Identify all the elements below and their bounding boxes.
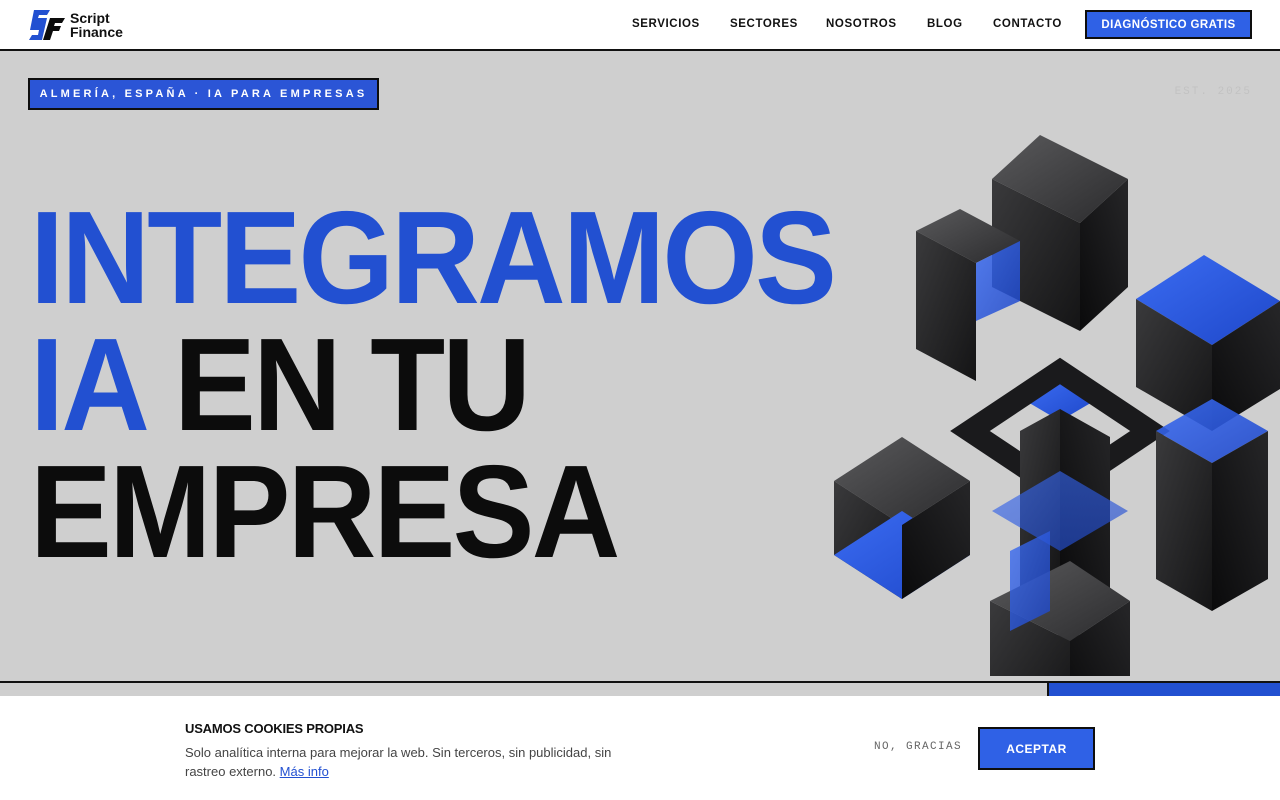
nav-sectores[interactable]: SECTORES <box>730 18 798 30</box>
cookie-accept-button[interactable]: ACEPTAR <box>978 727 1095 770</box>
script-finance-logo-icon <box>29 10 65 40</box>
logo-line-1: Script <box>70 10 110 26</box>
cookie-banner: USAMOS COOKIES PROPIAS Solo analítica in… <box>0 696 1280 800</box>
lattice-sculpture-image <box>834 135 1280 676</box>
hero-section: ALMERÍA, ESPAÑA · IA PARA EMPRESAS EST. … <box>0 51 1280 681</box>
headline-en-tu: EN TU <box>142 311 531 458</box>
cookie-description: Solo analítica interna para mejorar la w… <box>185 743 635 781</box>
free-diagnosis-button[interactable]: DIAGNÓSTICO GRATIS <box>1085 10 1252 39</box>
cookie-more-info-link[interactable]: Más info <box>280 764 329 779</box>
nav-blog[interactable]: BLOG <box>927 18 963 30</box>
nav-contacto[interactable]: CONTACTO <box>993 18 1062 30</box>
site-header: Script Finance SERVICIOS SECTORES NOSOTR… <box>0 0 1280 51</box>
cookie-decline-button[interactable]: NO, GRACIAS <box>874 741 962 753</box>
scroll-progress-bar <box>0 681 1280 696</box>
location-tag: ALMERÍA, ESPAÑA · IA PARA EMPRESAS <box>28 78 379 110</box>
nav-nosotros[interactable]: NOSOTROS <box>826 18 897 30</box>
hero-headline: INTEGRAMOS IA EN TU EMPRESA <box>30 184 837 585</box>
headline-ia: IA <box>30 311 145 458</box>
cookie-title: USAMOS COOKIES PROPIAS <box>185 721 364 736</box>
nav-servicios[interactable]: SERVICIOS <box>632 18 700 30</box>
logo-line-2: Finance <box>70 24 123 40</box>
established-label: EST. 2025 <box>1174 86 1252 98</box>
headline-line-3: EMPRESA <box>30 438 620 585</box>
scroll-progress-fill <box>1047 683 1280 696</box>
brand-logo[interactable]: Script Finance <box>28 8 123 42</box>
cookie-body: Solo analítica interna para mejorar la w… <box>185 745 612 779</box>
headline-line-1: INTEGRAMOS <box>30 184 837 331</box>
